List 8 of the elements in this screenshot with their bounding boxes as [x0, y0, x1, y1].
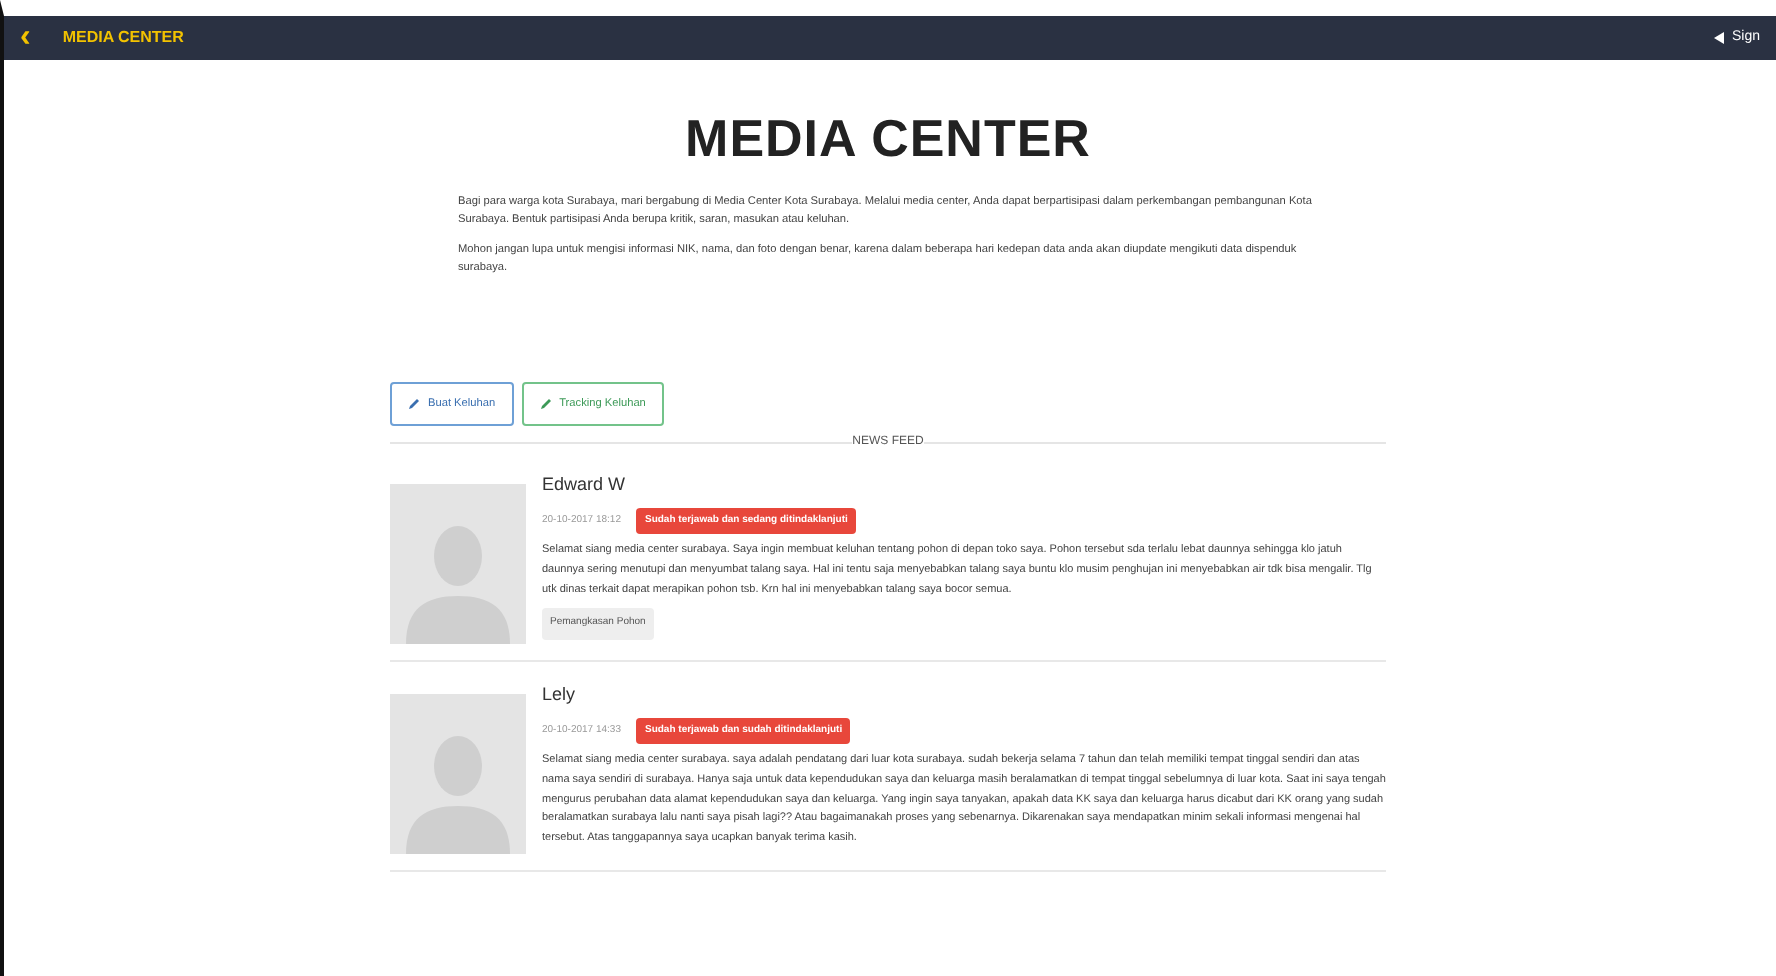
app-title[interactable]: MEDIA CENTER	[62, 26, 184, 50]
sign-in-icon	[1713, 32, 1724, 44]
back-chevron[interactable]: ‹	[20, 22, 31, 54]
author-name: Edward W	[542, 472, 628, 499]
pencil-icon	[408, 398, 420, 411]
author-name: Lely	[542, 682, 578, 709]
pencil-icon	[539, 398, 552, 411]
page-heading: MEDIA CENTER	[683, 108, 1093, 171]
